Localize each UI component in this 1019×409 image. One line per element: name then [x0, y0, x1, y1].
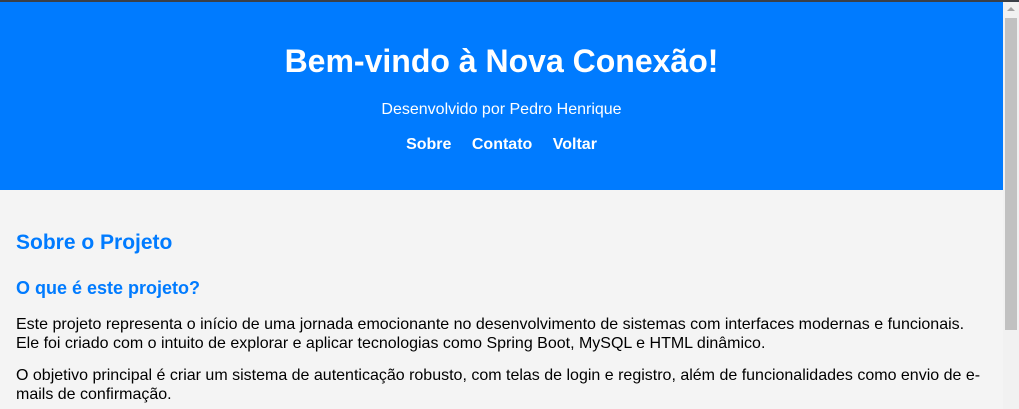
nav-link-voltar[interactable]: Voltar [553, 136, 597, 153]
subsection-title: O que é este projeto? [16, 278, 201, 298]
section-title: Sobre o Projeto [16, 231, 173, 254]
main-content: Sobre o Projeto O que é este projeto? Es… [16, 230, 991, 404]
scrollbar-thumb[interactable] [1005, 18, 1017, 330]
main-nav: Sobre Contato Voltar [0, 135, 1003, 155]
vertical-scrollbar[interactable] [1003, 2, 1019, 409]
chevron-up-icon[interactable] [1007, 7, 1015, 11]
nav-link-contato[interactable]: Contato [472, 136, 532, 153]
page-title: Bem-vindo à Nova Conexão! [284, 43, 719, 79]
page: Bem-vindo à Nova Conexão! Desenvolvido p… [0, 0, 1019, 409]
author-subtitle: Desenvolvido por Pedro Henrique [381, 101, 622, 118]
nav-link-sobre[interactable]: Sobre [406, 136, 451, 153]
site-header: Bem-vindo à Nova Conexão! Desenvolvido p… [0, 2, 1003, 190]
project-objective: O objetivo principal é criar um sistema … [16, 367, 981, 403]
project-description: Este projeto representa o início de uma … [16, 316, 965, 352]
